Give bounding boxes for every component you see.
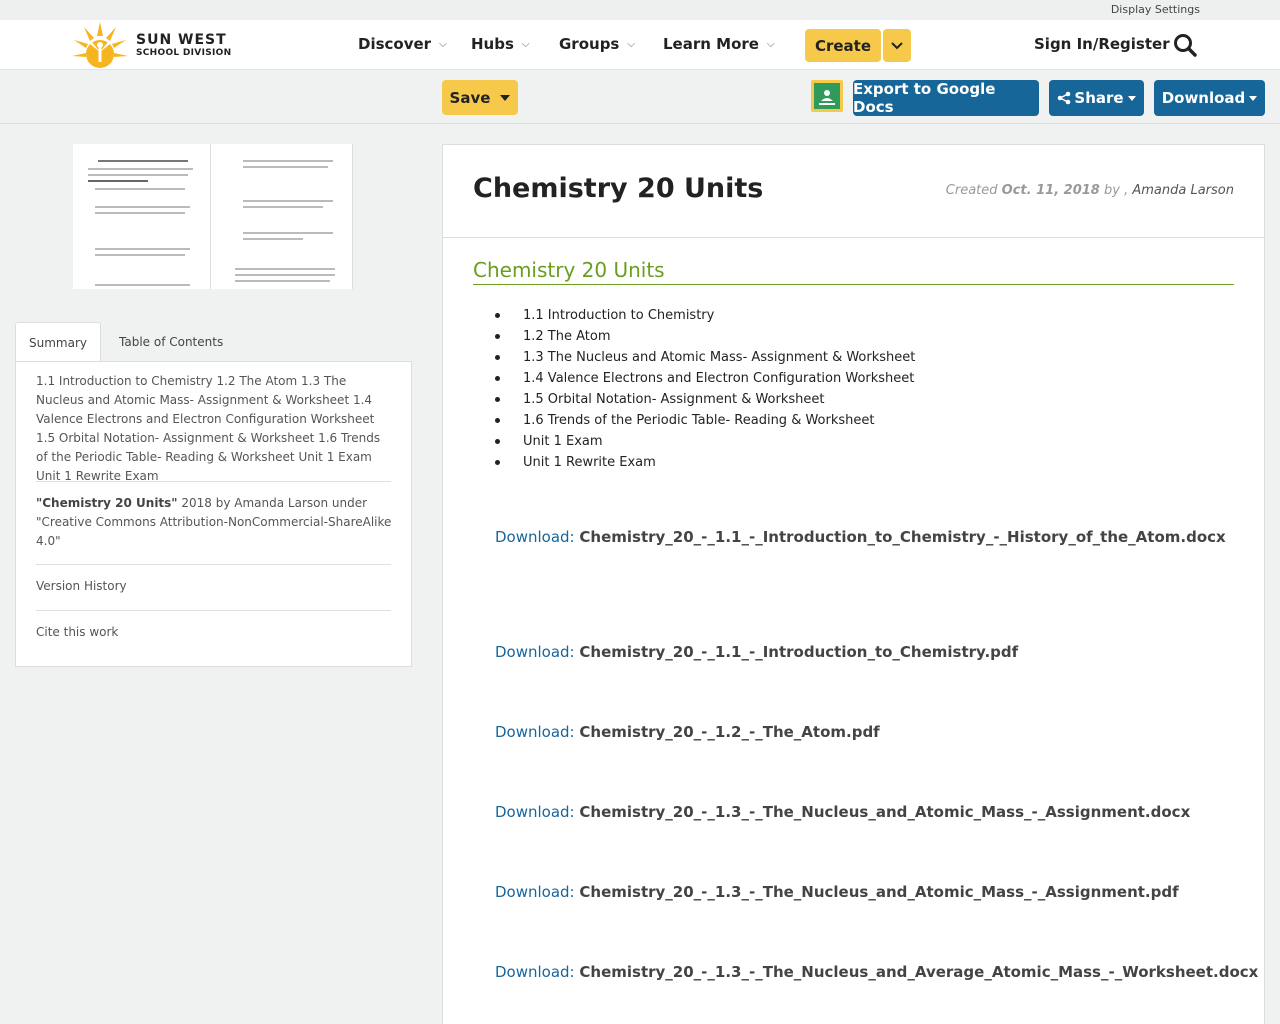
download-button[interactable]: Download xyxy=(1154,80,1265,116)
share-button-label: Share xyxy=(1074,89,1124,107)
list-item: 1.6 Trends of the Periodic Table- Readin… xyxy=(493,410,915,431)
download-filename[interactable]: Chemistry_20_-_1.1_-_Introduction_to_Che… xyxy=(579,528,1225,546)
nav-learn-more-label: Learn More xyxy=(663,35,759,53)
tab-summary[interactable]: Summary xyxy=(15,322,101,362)
author-link[interactable]: Amanda Larson xyxy=(1132,183,1234,198)
download-link-row[interactable]: Download: Chemistry_20_-_1.1_-_Introduct… xyxy=(495,643,1018,661)
download-link-row[interactable]: Download: Chemistry_20_-_1.3_-_The_Nucle… xyxy=(495,803,1190,821)
download-label: Download: xyxy=(495,963,575,981)
share-button[interactable]: Share xyxy=(1049,80,1144,116)
create-dropdown-button[interactable] xyxy=(883,29,911,62)
list-item: 1.4 Valence Electrons and Electron Confi… xyxy=(493,368,915,389)
section-heading: Chemistry 20 Units xyxy=(473,258,1234,285)
download-filename[interactable]: Chemistry_20_-_1.3_-_The_Nucleus_and_Ato… xyxy=(579,803,1190,821)
license-text: "Chemistry 20 Units" 2018 by Amanda Lars… xyxy=(36,494,392,551)
document-panel: Chemistry 20 Units Created Oct. 11, 2018… xyxy=(442,144,1265,1024)
thumbnail-page xyxy=(73,144,211,289)
create-button[interactable]: Create xyxy=(805,29,881,62)
page-title: Chemistry 20 Units xyxy=(473,173,764,204)
document-header: Chemistry 20 Units Created Oct. 11, 2018… xyxy=(443,145,1264,238)
resource-toolbar: Save Export to Google Docs Share Downloa… xyxy=(0,70,1280,124)
search-icon[interactable] xyxy=(1172,32,1198,58)
nav-groups[interactable]: Groups ⌵ xyxy=(559,35,635,53)
download-filename[interactable]: Chemistry_20_-_1.3_-_The_Nucleus_and_Ato… xyxy=(579,883,1178,901)
created-label: Created xyxy=(945,183,998,198)
nav-discover-label: Discover xyxy=(358,35,432,53)
nav-hubs-label: Hubs xyxy=(471,35,514,53)
download-link-row[interactable]: Download: Chemistry_20_-_1.3_-_The_Nucle… xyxy=(495,963,1258,981)
chevron-down-icon: ⌵ xyxy=(439,38,447,50)
site-logo[interactable]: SUN WEST SCHOOL DIVISION xyxy=(70,20,231,70)
download-label: Download: xyxy=(495,883,575,901)
list-item: 1.3 The Nucleus and Atomic Mass- Assignm… xyxy=(493,347,915,368)
divider xyxy=(36,564,391,565)
unit-list: 1.1 Introduction to Chemistry 1.2 The At… xyxy=(493,305,915,473)
download-filename[interactable]: Chemistry_20_-_1.3_-_The_Nucleus_and_Ave… xyxy=(579,963,1258,981)
by-label: by , xyxy=(1104,183,1129,198)
tab-table-of-contents[interactable]: Table of Contents xyxy=(119,322,223,362)
nav-discover[interactable]: Discover ⌵ xyxy=(358,35,447,53)
download-link-row[interactable]: Download: Chemistry_20_-_1.2_-_The_Atom.… xyxy=(495,723,880,741)
document-thumbnail[interactable] xyxy=(73,144,353,289)
display-settings-link[interactable]: Display Settings xyxy=(1111,3,1200,16)
version-history-link[interactable]: Version History xyxy=(36,579,127,593)
classroom-person-icon xyxy=(819,90,835,105)
cite-this-work-link[interactable]: Cite this work xyxy=(36,625,118,639)
download-link-row[interactable]: Download: Chemistry_20_-_1.3_-_The_Nucle… xyxy=(495,883,1179,901)
sidebar-tabs: Summary Table of Contents xyxy=(15,322,412,362)
thumbnail-page xyxy=(215,144,353,289)
chevron-down-icon: ⌵ xyxy=(766,38,775,50)
share-icon xyxy=(1058,91,1071,105)
list-item: 1.5 Orbital Notation- Assignment & Works… xyxy=(493,389,915,410)
download-label: Download: xyxy=(495,723,575,741)
brand-name: SUN WEST xyxy=(136,31,227,48)
export-google-docs-button[interactable]: Export to Google Docs xyxy=(853,80,1039,116)
sign-in-register-link[interactable]: Sign In/Register xyxy=(1034,35,1170,53)
chevron-down-icon: ⌵ xyxy=(627,38,635,50)
caret-down-icon xyxy=(1249,95,1258,101)
list-item: 1.2 The Atom xyxy=(493,326,915,347)
download-filename[interactable]: Chemistry_20_-_1.1_-_Introduction_to_Che… xyxy=(579,643,1018,661)
list-item: 1.1 Introduction to Chemistry xyxy=(493,305,915,326)
main-navigation: SUN WEST SCHOOL DIVISION Discover ⌵ Hubs… xyxy=(0,20,1280,70)
chevron-down-icon xyxy=(891,41,903,49)
save-button-label: Save xyxy=(449,88,491,107)
nav-hubs[interactable]: Hubs ⌵ xyxy=(471,35,530,53)
download-label: Download: xyxy=(495,803,575,821)
google-classroom-icon[interactable] xyxy=(811,80,843,112)
divider xyxy=(36,481,391,482)
summary-text: 1.1 Introduction to Chemistry 1.2 The At… xyxy=(36,374,381,483)
nav-learn-more[interactable]: Learn More ⌵ xyxy=(663,35,775,53)
brand-text: SUN WEST SCHOOL DIVISION xyxy=(136,33,231,58)
utility-bar: Display Settings xyxy=(0,0,1280,20)
sun-logo-icon xyxy=(72,22,128,68)
nav-groups-label: Groups xyxy=(559,35,620,53)
caret-down-icon xyxy=(500,94,511,101)
chevron-down-icon: ⌵ xyxy=(521,38,530,50)
download-label: Download: xyxy=(495,528,575,546)
download-button-label: Download xyxy=(1161,89,1246,107)
download-link-row[interactable]: Download: Chemistry_20_-_1.1_-_Introduct… xyxy=(495,528,1226,546)
download-filename[interactable]: Chemistry_20_-_1.2_-_The_Atom.pdf xyxy=(579,723,879,741)
divider xyxy=(36,610,391,611)
caret-down-icon xyxy=(1127,95,1136,101)
download-label: Download: xyxy=(495,643,575,661)
document-meta: Created Oct. 11, 2018 by , Amanda Larson xyxy=(946,183,1234,198)
created-date: Oct. 11, 2018 xyxy=(1001,183,1100,198)
save-button[interactable]: Save xyxy=(442,80,518,115)
list-item: Unit 1 Exam xyxy=(493,431,915,452)
list-item: Unit 1 Rewrite Exam xyxy=(493,452,915,473)
license-title: "Chemistry 20 Units" xyxy=(36,496,178,510)
summary-panel: 1.1 Introduction to Chemistry 1.2 The At… xyxy=(15,361,412,667)
brand-subtitle: SCHOOL DIVISION xyxy=(136,47,232,58)
